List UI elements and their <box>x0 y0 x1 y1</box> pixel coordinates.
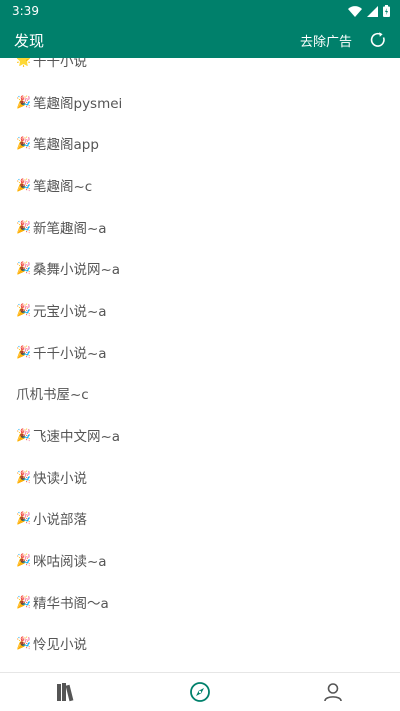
nav-tab-discover[interactable] <box>133 673 266 711</box>
party-popper-icon: 🎉 <box>16 177 31 192</box>
list-item[interactable]: 🎉 笔趣阁~c <box>0 164 400 206</box>
party-popper-icon: 🎉 <box>16 636 31 651</box>
party-popper-icon: 🎉 <box>16 219 31 234</box>
party-popper-icon: 🎉 <box>16 261 31 276</box>
party-popper-icon: 🎉 <box>16 302 31 317</box>
list-item[interactable]: 🎉 新笔趣阁~a <box>0 206 400 248</box>
list-item-label: 小说部落 <box>33 512 87 529</box>
list-item-label: 咪咕阅读~a <box>33 554 107 571</box>
list-item[interactable]: 🎉 元宝小说~a <box>0 289 400 331</box>
nav-tab-bookshelf[interactable] <box>0 673 133 711</box>
party-popper-icon: 🎉 <box>16 344 31 359</box>
list-item[interactable]: 🎉 精华书阁〜a <box>0 581 400 623</box>
list-item-label: 桑舞小说网~a <box>33 262 121 279</box>
bookshelf-icon <box>56 683 74 702</box>
list-item[interactable]: 🎉 笔趣阁app <box>0 122 400 164</box>
list-item-label: 飞速中文网~a <box>33 429 121 446</box>
list-item-label: 元宝小说~a <box>33 303 107 320</box>
app-bar-actions: 去除广告 <box>300 30 388 50</box>
wifi-icon <box>348 5 362 17</box>
app-bar: 发现 去除广告 <box>0 22 400 58</box>
list-item-label: 爪机书屋~c <box>16 387 89 404</box>
status-bar: 3:39 <box>0 0 400 22</box>
list-item-label: 新笔趣阁~a <box>33 220 107 237</box>
source-list-inner: 🌟 千千小说 🎉 笔趣阁pysmei 🎉 笔趣阁app 🎉 笔趣阁~c 🎉 新笔趣阁~a 🎉 桑舞小说… <box>0 58 400 664</box>
list-item-label: 千千小说~a <box>33 345 107 362</box>
status-time: 3:39 <box>12 4 39 18</box>
list-item[interactable]: 🎉 怜见小说 <box>0 623 400 665</box>
list-item[interactable]: 爪机书屋~c <box>0 373 400 415</box>
list-item[interactable]: 🎉 咪咕阅读~a <box>0 539 400 581</box>
party-popper-icon: 🎉 <box>16 469 31 484</box>
list-item-label: 笔趣阁~c <box>33 178 93 195</box>
list-item-label: 笔趣阁app <box>33 137 99 154</box>
list-item[interactable]: 🎉 千千小说~a <box>0 331 400 373</box>
remove-ads-button[interactable]: 去除广告 <box>300 31 352 50</box>
list-item[interactable]: 🎉 飞速中文网~a <box>0 414 400 456</box>
party-popper-icon: 🎉 <box>16 94 31 109</box>
status-icons <box>348 5 390 17</box>
nav-tab-profile[interactable] <box>267 673 400 711</box>
list-item-label: 怜见小说 <box>33 637 87 654</box>
list-item-label: 快读小说 <box>33 470 87 487</box>
battery-icon <box>383 5 390 17</box>
star-icon: 🌟 <box>16 58 31 67</box>
compass-icon <box>190 682 210 702</box>
party-popper-icon: 🎉 <box>16 553 31 568</box>
party-popper-icon: 🎉 <box>16 136 31 151</box>
profile-icon <box>324 683 343 702</box>
party-popper-icon: 🎉 <box>16 594 31 609</box>
list-item-label: 千千小说 <box>33 58 87 70</box>
refresh-icon[interactable] <box>368 30 388 50</box>
page-title: 发现 <box>14 31 45 50</box>
list-item-label: 笔趣阁pysmei <box>33 95 123 112</box>
signal-icon <box>367 5 378 17</box>
list-item[interactable]: 🎉 笔趣阁pysmei <box>0 81 400 123</box>
list-item-label: 精华书阁〜a <box>33 595 109 612</box>
party-popper-icon: 🎉 <box>16 428 31 443</box>
list-item[interactable]: 🎉 桑舞小说网~a <box>0 247 400 289</box>
list-item[interactable]: 🎉 小说部落 <box>0 498 400 540</box>
list-item[interactable]: 🎉 快读小说 <box>0 456 400 498</box>
list-item[interactable]: 🌟 千千小说 <box>0 58 400 81</box>
source-list: 🌟 千千小说 🎉 笔趣阁pysmei 🎉 笔趣阁app 🎉 笔趣阁~c 🎉 新笔趣阁~a 🎉 桑舞小说… <box>0 58 400 672</box>
party-popper-icon: 🎉 <box>16 511 31 526</box>
bottom-nav <box>0 672 400 711</box>
